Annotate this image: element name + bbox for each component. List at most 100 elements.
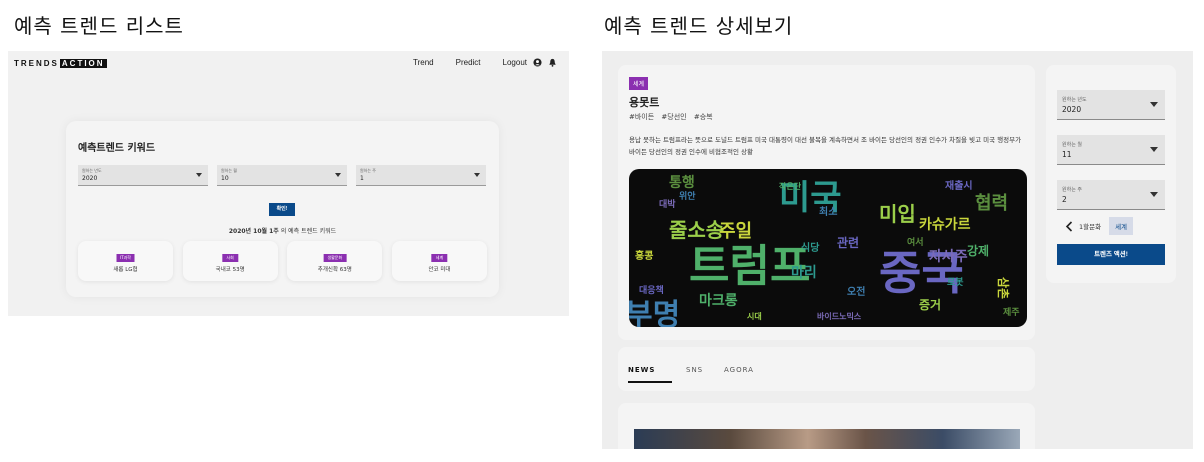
keyword-text: 안코 미대 — [428, 267, 451, 273]
word-cloud-word: 관련 — [837, 235, 859, 250]
word-cloud-word: 오전 — [847, 285, 865, 298]
word-cloud-word: 주일 — [719, 221, 752, 242]
week-select-label: 원하는 주 — [1062, 187, 1082, 193]
user-icon[interactable] — [533, 58, 542, 67]
week-caption: 2020년 10월 1주 의 예측 트렌드 키워드 — [66, 226, 499, 235]
keyword-text: 국내코 53명 — [215, 267, 245, 273]
top-nav: TRENDS ACTION Trend Predict Logout — [8, 51, 569, 77]
week-select-label: 원하는 주 — [360, 168, 376, 173]
week-caption-date: 2020년 10월 1주 — [228, 228, 279, 235]
trend-detail-screenshot: 세계 용못트 #바이든 #당선인 #승복 용납 못하는 트럼프라는 뜻으로 도널… — [602, 51, 1193, 449]
keyword-text: 새롭 LG협 — [113, 267, 138, 273]
month-select-value: 11 — [1062, 150, 1072, 159]
chevron-down-icon — [1150, 192, 1158, 197]
hashtag[interactable]: #바이든 — [629, 113, 654, 121]
keyword-text: 추개신확 63명 — [317, 267, 352, 273]
word-cloud-word: 작은단 — [779, 181, 802, 191]
word-cloud-word: 재출시 — [945, 179, 973, 192]
word-cloud-word: 최소 — [819, 205, 837, 218]
word-cloud-word: 식당 — [801, 241, 820, 254]
nav-link-trend[interactable]: Trend — [413, 58, 434, 67]
word-cloud-word: 강제 — [967, 244, 989, 258]
keyword-item[interactable]: 생활문화 추개신확 63명 — [287, 241, 383, 281]
chevron-down-icon — [474, 173, 480, 177]
category-pager: 1할문화 세계 — [1065, 217, 1134, 235]
word-cloud-word: 위안 — [679, 190, 696, 202]
word-cloud-image: 트럼프 중국 미국 부명 줄소송 주일 통행 대박 작은단 관련 식당 최소 미입 카슈가르 여서 자사주 강제… — [629, 169, 1027, 327]
tab-agora[interactable]: AGORA — [724, 366, 754, 374]
pager-current-category[interactable]: 세계 — [1109, 217, 1134, 235]
word-cloud-word: 제주 — [1003, 306, 1020, 318]
word-cloud-word: 마크롱 — [699, 293, 738, 309]
keyword-item[interactable]: IT과학 새롭 LG협 — [78, 241, 173, 281]
chevron-down-icon — [1150, 147, 1158, 152]
month-select-label: 원하는 월 — [1062, 142, 1082, 148]
keyword-detail-card: 세계 용못트 #바이든 #당선인 #승복 용납 못하는 트럼프라는 뜻으로 도널… — [618, 65, 1035, 340]
keyword-card: 예측트렌드 키워드 원하는 년도 2020 원하는 월 10 원하는 주 1 확… — [66, 121, 499, 297]
word-cloud-word: 홍콩 — [635, 249, 653, 262]
keyword-item[interactable]: 사회 국내코 53명 — [182, 241, 278, 281]
word-cloud-word: 여서 — [907, 236, 924, 248]
chevron-left-icon[interactable] — [1065, 220, 1073, 232]
week-caption-text: 의 예측 트렌드 키워드 — [280, 228, 337, 235]
word-cloud-word: 바이드노믹스 — [817, 311, 862, 321]
month-select-value: 10 — [221, 175, 229, 182]
year-select-label: 원하는 년도 — [1062, 97, 1087, 103]
category-badge: IT과학 — [116, 254, 135, 262]
week-select[interactable]: 원하는 주 1 — [356, 165, 486, 186]
confirm-button[interactable]: 확인! — [269, 203, 295, 216]
trends-action-button[interactable]: 트렌즈 액션! — [1057, 244, 1165, 265]
tab-news[interactable]: NEWS — [628, 366, 655, 374]
year-select[interactable]: 원하는 년도 2020 — [78, 165, 208, 186]
keyword-item[interactable]: 세계 안코 미대 — [391, 241, 487, 281]
word-cloud-word: 카슈가르 — [919, 217, 971, 233]
logo[interactable]: TRENDS ACTION — [14, 59, 107, 68]
month-select[interactable]: 원하는 월 10 — [217, 165, 347, 186]
word-cloud-svg: 트럼프 중국미국부명줄소송주일통행대박작은단관련식당최소 미입 카슈가르여서자사주 강제… — [629, 175, 1020, 327]
caption-list-page: 예측 트렌드 리스트 — [14, 14, 184, 38]
keyword-list: IT과학 새롭 LG협 사회 국내코 53명 생활문화 추개신확 63명 세계 … — [78, 241, 487, 281]
chevron-down-icon — [196, 173, 202, 177]
month-select[interactable]: 원하는 월 11 — [1057, 135, 1165, 165]
word-cloud-word: 시대 — [747, 311, 762, 321]
filter-sidebar: 원하는 년도 2020 원하는 월 11 원하는 주 2 1할문화 세계 트렌즈… — [1046, 65, 1176, 283]
keyword-card-title: 예측트렌드 키워드 — [78, 143, 156, 154]
word-cloud-word: 통행 — [669, 175, 695, 191]
source-tabs: NEWS SNS AGORA — [618, 347, 1035, 391]
word-cloud-word: 자사주 — [929, 249, 968, 265]
trend-list-screenshot: TRENDS ACTION Trend Predict Logout 예측트렌드… — [8, 51, 569, 316]
hashtag-list: #바이든 #당선인 #승복 — [629, 112, 718, 122]
pager-prev-category[interactable]: 1할문화 — [1079, 221, 1101, 231]
year-select-value: 2020 — [82, 175, 98, 182]
word-cloud-word: 미입 — [879, 202, 916, 226]
word-cloud-word: 대박 — [659, 198, 676, 210]
caption-detail-page: 예측 트렌드 상세보기 — [604, 14, 794, 38]
word-cloud-word: 증거 — [919, 297, 941, 312]
category-badge: 세계 — [431, 254, 448, 262]
keyword-title: 용못트 — [629, 96, 660, 109]
nav-link-logout[interactable]: Logout — [503, 58, 527, 67]
year-select-label: 원하는 년도 — [82, 168, 102, 173]
week-select-value: 1 — [360, 175, 364, 182]
word-cloud-word: 대응책 — [639, 284, 664, 296]
category-badge: 사회 — [222, 254, 238, 262]
tab-sns[interactable]: SNS — [686, 366, 703, 374]
word-cloud-word: 부명 — [629, 298, 680, 327]
word-cloud-word: 로봇 — [947, 277, 964, 288]
hashtag[interactable]: #당선인 — [661, 113, 686, 121]
category-badge: 세계 — [629, 77, 649, 90]
word-cloud-word: 협력 — [975, 192, 1008, 214]
logo-main: TRENDS — [14, 59, 59, 68]
word-cloud-word: 삼촌 — [996, 277, 1011, 299]
bell-icon[interactable] — [548, 58, 557, 67]
word-cloud-word: 줄소송 — [669, 218, 724, 242]
year-select-value: 2020 — [1062, 105, 1082, 114]
chevron-down-icon — [1150, 102, 1158, 107]
nav-link-predict[interactable]: Predict — [456, 58, 481, 67]
chevron-down-icon — [335, 173, 341, 177]
year-select[interactable]: 원하는 년도 2020 — [1057, 90, 1165, 120]
hashtag[interactable]: #승복 — [694, 113, 713, 121]
week-select[interactable]: 원하는 주 2 — [1057, 180, 1165, 210]
category-badge: 생활문화 — [323, 254, 347, 262]
news-thumbnail[interactable] — [634, 429, 1020, 449]
